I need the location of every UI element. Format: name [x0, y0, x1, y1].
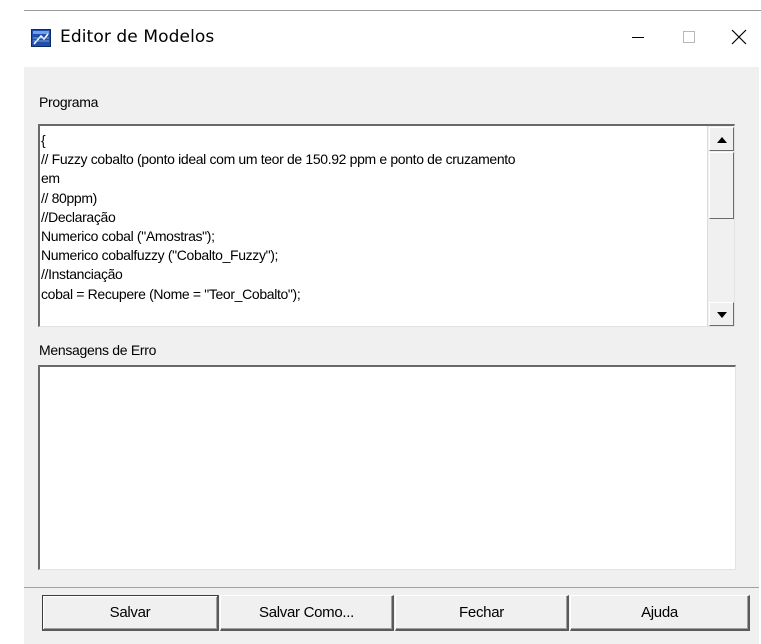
program-line: Numerico cobalfuzzy ("Cobalto_Fuzzy");: [41, 247, 279, 264]
arrow-up-icon: [716, 130, 727, 148]
error-messages-label: Mensagens de Erro: [39, 342, 157, 358]
program-line: // Fuzzy cobalto (ponto ideal com um teo…: [41, 151, 516, 168]
help-button[interactable]: Ajuda: [570, 595, 750, 631]
panel-separator: [24, 587, 759, 588]
error-messages-box[interactable]: [38, 365, 736, 570]
program-line: // 80ppm): [41, 189, 97, 206]
program-line: em: [41, 170, 60, 187]
save-as-button[interactable]: Salvar Como...: [220, 595, 394, 631]
program-line: //Instanciação: [41, 266, 123, 283]
program-line: {: [41, 132, 46, 148]
program-scrollbar[interactable]: [707, 126, 734, 326]
editor-de-modelos-window: Editor de Modelos Programa { // Fuzzy cob…: [0, 0, 761, 644]
program-editor[interactable]: { // Fuzzy cobalto (ponto ideal com um te…: [38, 124, 735, 327]
program-line: cobal = Recupere (Nome = "Teor_Cobalto")…: [41, 285, 301, 302]
arrow-down-icon: [716, 305, 727, 323]
maximize-icon: [682, 30, 696, 49]
model-editor-app-icon[interactable]: [31, 29, 51, 47]
save-button[interactable]: Salvar: [42, 595, 219, 631]
close-window-button[interactable]: [714, 11, 761, 67]
window-title: Editor de Modelos: [60, 27, 215, 47]
close-button[interactable]: Fechar: [395, 595, 569, 631]
program-line: Numerico cobal ("Amostras");: [41, 228, 215, 245]
scroll-up-button[interactable]: [709, 127, 734, 151]
close-icon: [731, 29, 747, 50]
scroll-thumb[interactable]: [709, 152, 734, 219]
program-text[interactable]: { // Fuzzy cobalto (ponto ideal com um te…: [41, 131, 709, 304]
maximize-button[interactable]: [664, 11, 714, 67]
minimize-button[interactable]: [613, 11, 663, 67]
program-label: Programa: [39, 94, 99, 110]
minimize-icon: [631, 30, 645, 49]
scroll-down-button[interactable]: [709, 302, 734, 326]
title-bar[interactable]: Editor de Modelos: [24, 11, 761, 67]
program-line: //Declaração: [41, 208, 116, 225]
